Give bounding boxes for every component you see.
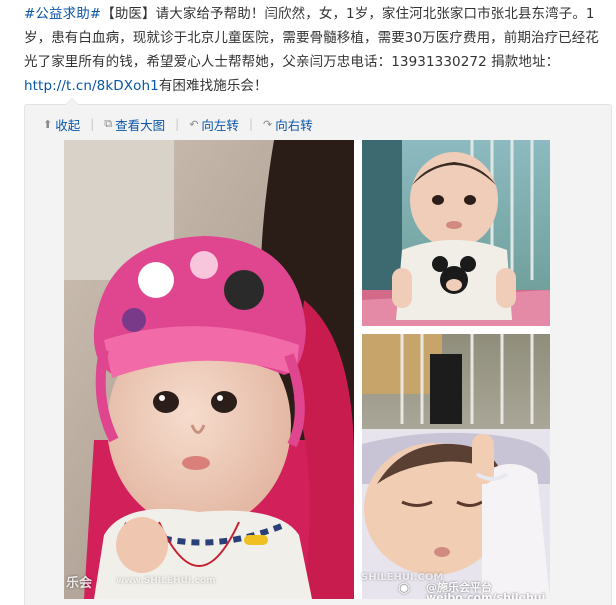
view-large-button[interactable]: ⧉ 查看大图 bbox=[104, 115, 165, 134]
toolbar-divider: | bbox=[248, 117, 253, 131]
hashtag-link[interactable]: #公益求助# bbox=[24, 6, 101, 22]
watermark-weibo-url: weibo.com/shilehui bbox=[426, 591, 546, 599]
photo-baby-pink-hat: 乐会 www.SHILEHUI.com bbox=[64, 140, 354, 599]
collapse-label: 收起 bbox=[55, 117, 81, 133]
rotate-left-icon: ↶ bbox=[189, 117, 199, 131]
image-toolbar: ⬆ 收起 | ⧉ 查看大图 | ↶ 向左转 | ↷ 向右转 bbox=[43, 115, 313, 133]
arrow-up-icon: ⬆ bbox=[43, 117, 53, 131]
watermark-shilehui-logo: 乐会 bbox=[66, 576, 93, 591]
collage-photo[interactable]: 乐会 www.SHILEHUI.com @施乐会平台 weibo.com/shi… bbox=[64, 140, 550, 599]
watermark-shilehui-url-left: www.SHILEHUI.com bbox=[116, 576, 216, 586]
photo-baby-mickey-shirt bbox=[362, 140, 550, 326]
view-large-label: 查看大图 bbox=[115, 117, 166, 133]
toolbar-divider: | bbox=[175, 117, 180, 131]
toolbar-divider: | bbox=[90, 117, 95, 131]
donation-link[interactable]: http://t.cn/8kDXoh1 bbox=[24, 78, 159, 94]
rotate-right-button[interactable]: ↷ 向右转 bbox=[263, 115, 313, 134]
post-body-2: 有困难找施乐会！ bbox=[158, 78, 268, 94]
collapse-button[interactable]: ⬆ 收起 bbox=[43, 115, 80, 134]
rotate-left-label: 向左转 bbox=[201, 117, 239, 133]
external-image-icon: ⧉ bbox=[104, 117, 113, 130]
rotate-right-label: 向右转 bbox=[275, 117, 313, 133]
watermark-shilehui-mid: SHILEHUI.COM bbox=[361, 572, 444, 583]
post-text: #公益求助#【助医】请大家给予帮助！闫欣然，女，1岁，家住河北张家口市张北县东湾… bbox=[24, 2, 610, 98]
photo-baby-sleeping: @施乐会平台 weibo.com/shilehui ◉ bbox=[362, 334, 550, 599]
rotate-right-icon: ↷ bbox=[262, 117, 273, 131]
rotate-left-button[interactable]: ↶ 向左转 bbox=[189, 115, 239, 134]
bracket-tag: 【助医】 bbox=[101, 6, 156, 22]
